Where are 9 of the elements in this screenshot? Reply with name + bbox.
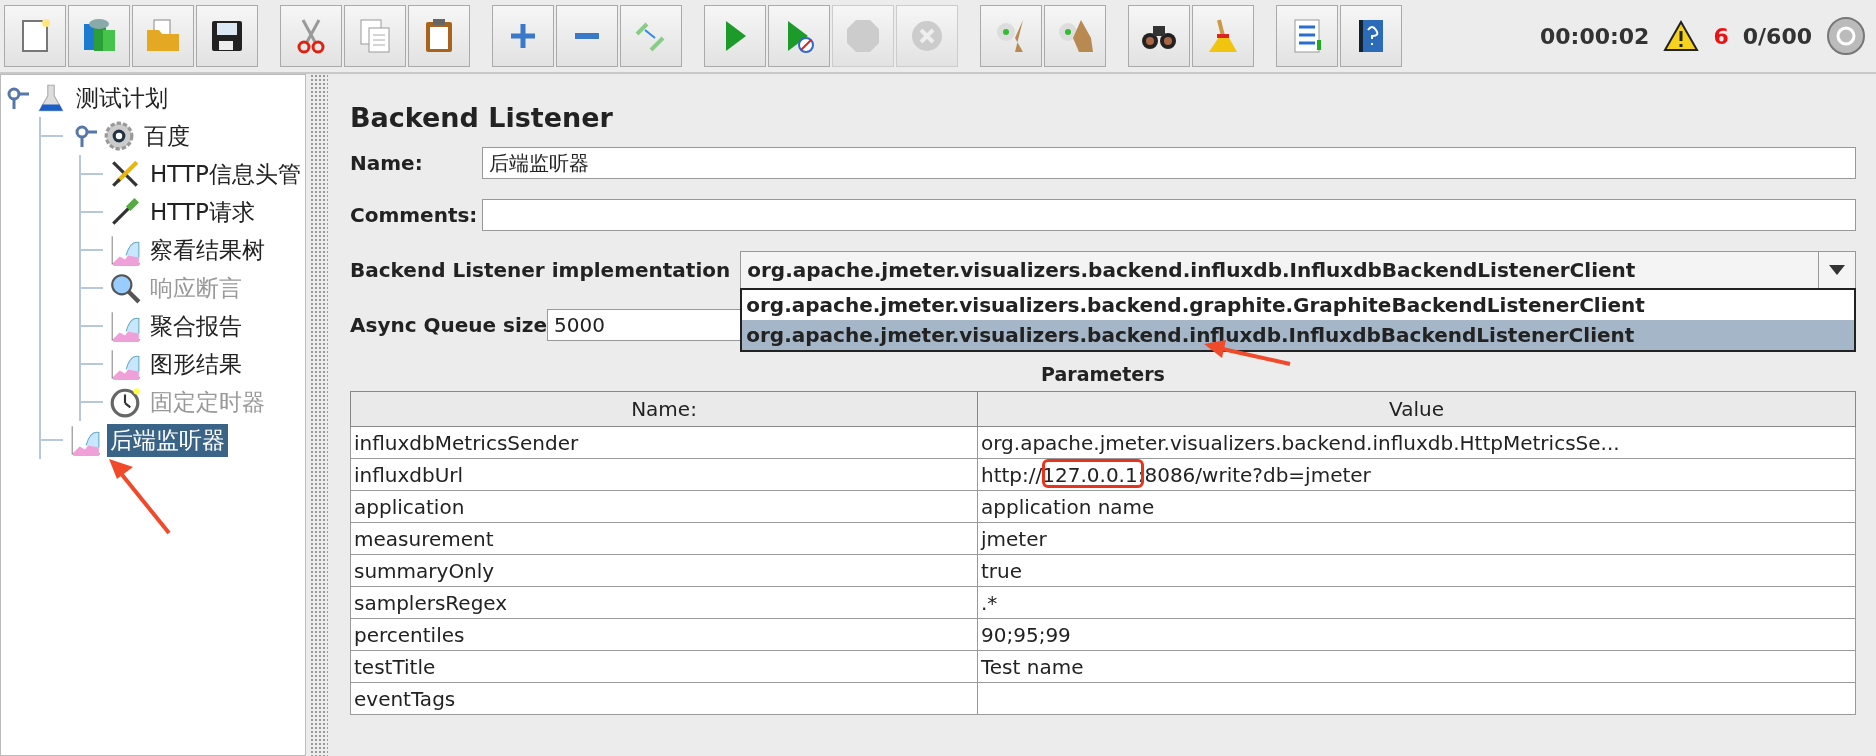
field-label: Backend Listener implementation (350, 258, 731, 282)
panel-title: Backend Listener (350, 102, 614, 133)
field-label: Name: (350, 151, 424, 175)
field-label: Async Queue size (350, 313, 547, 337)
elapsed-time: 00:00:02 (1539, 23, 1650, 49)
warning-count: 6 (1713, 23, 1729, 49)
parameters-title: Parameters (1041, 363, 1165, 385)
thread-count: 0/600 (1742, 23, 1812, 49)
field-label: Comments: (350, 203, 479, 227)
